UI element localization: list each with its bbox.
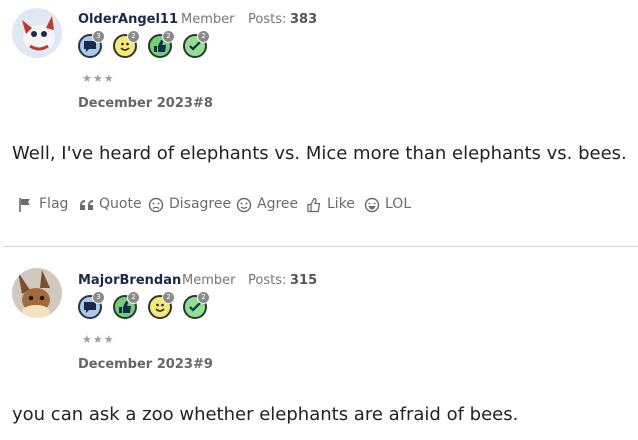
speech-bubble-icon[interactable]: 3: [78, 291, 105, 319]
avatar[interactable]: [12, 8, 62, 58]
lol-label: LOL: [385, 196, 412, 212]
post-body: you can ask a zoo whether elephants are …: [12, 404, 519, 425]
post-actions: Flag Quote Disagree Agree Like LOL: [18, 196, 438, 216]
check-mark-icon[interactable]: 2: [183, 291, 210, 319]
badge-count: 2: [162, 291, 175, 304]
posts-count: 383: [290, 12, 318, 27]
post-number[interactable]: #8: [193, 96, 213, 111]
quote-icon: [80, 200, 93, 210]
speech-bubble-icon[interactable]: 3: [78, 30, 105, 58]
post-8: OlderAngel11 Member Posts: 383 3 2 2 2 ★…: [0, 0, 638, 246]
post-date[interactable]: December 2023: [78, 357, 193, 372]
thumbs-up-icon[interactable]: 2: [148, 30, 175, 58]
disagree-label: Disagree: [169, 196, 232, 212]
flag-icon: [19, 198, 30, 212]
post-number[interactable]: #9: [193, 357, 213, 372]
badge-count: 2: [197, 30, 210, 43]
posts-label: Posts:: [248, 12, 287, 27]
badge-count: 2: [127, 291, 140, 304]
frown-face-icon: [148, 197, 164, 213]
smiley-face-icon[interactable]: 2: [148, 291, 175, 319]
badge-count: 3: [92, 291, 105, 304]
check-mark-icon[interactable]: 2: [183, 30, 210, 58]
flag-label: Flag: [39, 196, 69, 212]
like-label: Like: [327, 196, 355, 212]
rank-stars: ★★★: [82, 333, 115, 346]
username[interactable]: MajorBrendan: [78, 273, 181, 288]
username[interactable]: OlderAngel11: [78, 12, 178, 27]
posts-label: Posts:: [248, 273, 287, 288]
thumbs-up-icon[interactable]: 2: [113, 291, 140, 319]
avatar[interactable]: [12, 268, 62, 318]
badge-list: 3 2 2 2: [78, 30, 218, 60]
post-9: MajorBrendan Member Posts: 315 3 2 2 2 ★…: [0, 247, 638, 440]
posts-count: 315: [290, 273, 318, 288]
smile-face-icon: [236, 197, 252, 213]
post-body: Well, I've heard of elephants vs. Mice m…: [12, 143, 627, 164]
laugh-face-icon: [364, 197, 380, 213]
user-role: Member: [182, 273, 236, 288]
badge-list: 3 2 2 2: [78, 291, 218, 321]
post-date[interactable]: December 2023: [78, 96, 193, 111]
user-role: Member: [181, 12, 235, 27]
thumbs-up-outline-icon: [307, 197, 321, 213]
badge-count: 2: [127, 30, 140, 43]
badge-count: 2: [197, 291, 210, 304]
agree-label: Agree: [257, 196, 299, 212]
quote-label: Quote: [99, 196, 142, 212]
smiley-face-icon[interactable]: 2: [113, 30, 140, 58]
rank-stars: ★★★: [82, 72, 115, 85]
badge-count: 3: [92, 30, 105, 43]
badge-count: 2: [162, 30, 175, 43]
